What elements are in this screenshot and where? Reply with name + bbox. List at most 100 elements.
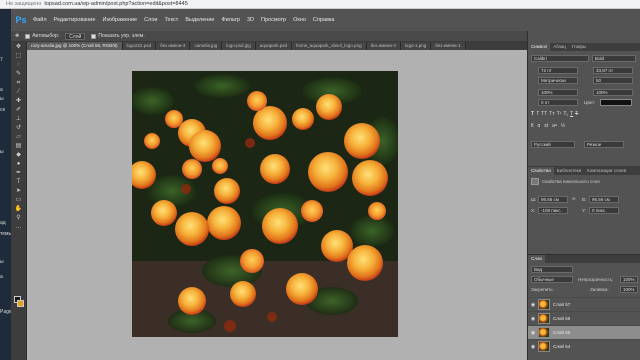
menu-file[interactable]: Файл (33, 17, 47, 23)
move-tool-icon[interactable]: ✥ (14, 43, 24, 51)
tab-paragraph[interactable]: Абзац (550, 43, 569, 51)
roses-photo[interactable] (132, 71, 398, 337)
antialias-dropdown[interactable]: Резкое (584, 141, 624, 148)
autoselect-dropdown[interactable]: Слой (65, 32, 86, 40)
quick-select-tool-icon[interactable]: ✎ (14, 70, 24, 78)
shape-tool-icon[interactable]: ▭ (14, 196, 24, 204)
history-brush-icon[interactable]: ↺ (14, 124, 24, 132)
small-caps-icon[interactable]: Tт (549, 111, 554, 119)
text-color-swatch[interactable] (600, 99, 632, 106)
menu-layers[interactable]: Слои (144, 17, 157, 23)
marquee-tool-icon[interactable]: ⬚ (14, 52, 24, 60)
eraser-tool-icon[interactable]: ▱ (14, 133, 24, 141)
tab-character[interactable]: Символ (528, 43, 551, 51)
language-dropdown[interactable]: Русский (531, 141, 575, 148)
gradient-tool-icon[interactable]: ▤ (14, 142, 24, 150)
stamp-tool-icon[interactable]: ⊥ (14, 115, 24, 123)
menu-window[interactable]: Окно (293, 17, 306, 23)
menu-3d[interactable]: 3D (247, 17, 254, 23)
blur-tool-icon[interactable]: ◆ (14, 151, 24, 159)
menu-select[interactable]: Выделение (185, 17, 214, 23)
subscript-icon[interactable]: T₁ (563, 111, 568, 119)
menu-edit[interactable]: Редактирование (54, 17, 96, 23)
tab-libraries[interactable]: Библиотеки (554, 167, 584, 175)
ligature-icon[interactable]: fi (531, 123, 534, 131)
zoom-tool-icon[interactable]: ⚲ (14, 214, 24, 222)
all-caps-icon[interactable]: TT (541, 111, 547, 119)
security-indicator[interactable]: Не защищено (6, 1, 41, 7)
link-dimensions-icon[interactable]: ∞ (572, 196, 576, 202)
background-color-swatch[interactable] (17, 300, 24, 307)
font-size-field[interactable]: 72 пт (538, 67, 578, 74)
tab-document[interactable]: camelia.jpg (190, 42, 223, 50)
canvas-area[interactable] (27, 50, 527, 360)
autoselect-checkbox[interactable] (25, 33, 31, 39)
layer-row[interactable]: ◉ Слой 56 (528, 311, 640, 325)
faux-bold-icon[interactable]: T (531, 111, 534, 119)
menu-help[interactable]: Справка (313, 17, 335, 23)
tab-document[interactable]: rozy-amalia.jpg @ 100% (Слой 55, RGB/8) (27, 42, 123, 50)
eye-icon[interactable]: ◉ (528, 302, 538, 308)
leading-field[interactable]: 33,87 пт (593, 67, 633, 74)
stylistic-icon[interactable]: st (544, 123, 548, 131)
tab-properties[interactable]: Свойства (528, 167, 554, 175)
path-select-icon[interactable]: ➤ (14, 187, 24, 195)
tab-layer-comps[interactable]: Композиции слоев (584, 167, 629, 175)
eye-icon[interactable]: ◉ (528, 316, 538, 322)
menu-filter[interactable]: Фильтр (221, 17, 239, 23)
browser-address-bar[interactable]: Не защищено topsad.com.ua/wp-admin/post.… (0, 0, 640, 9)
healing-brush-icon[interactable]: ✚ (14, 97, 24, 105)
x-field[interactable]: -108 пикс. (538, 207, 568, 214)
tab-document[interactable]: logo-1.png (400, 42, 432, 50)
menu-image[interactable]: Изображение (102, 17, 137, 23)
dodge-tool-icon[interactable]: ● (14, 160, 24, 168)
more-tools-icon[interactable]: … (14, 223, 24, 231)
vertical-scale-field[interactable]: 100% (538, 89, 578, 96)
baseline-shift-field[interactable]: 0 пт (538, 99, 578, 106)
menu-view[interactable]: Просмотр (261, 17, 286, 23)
horizontal-scale-field[interactable]: 100% (593, 89, 633, 96)
pen-tool-icon[interactable]: ✒ (14, 169, 24, 177)
lasso-tool-icon[interactable]: ◌ (14, 61, 24, 69)
tab-document[interactable]: home_aquapark_obsol_logo.png (292, 42, 367, 50)
font-family-dropdown[interactable]: Calibri (531, 55, 589, 62)
brush-tool-icon[interactable]: ✐ (14, 106, 24, 114)
type-tool-icon[interactable]: T (14, 178, 24, 186)
opacity-field[interactable]: 100% (620, 276, 638, 283)
swash-icon[interactable]: ɑ (538, 123, 541, 131)
underline-icon[interactable]: T (570, 111, 573, 119)
tab-document[interactable]: без имени-1 (431, 42, 466, 50)
tab-document[interactable]: logo222.psd (122, 42, 157, 50)
layer-row[interactable]: ◉ Слой 57 (528, 297, 640, 311)
tracking-field[interactable]: 50 (593, 77, 633, 84)
hand-tool-icon[interactable]: ✋ (14, 205, 24, 213)
blend-mode-dropdown[interactable]: Обычные (531, 276, 573, 283)
superscript-icon[interactable]: T¹ (557, 111, 562, 119)
height-field[interactable]: 96,56 см (589, 196, 619, 203)
faux-italic-icon[interactable]: T (536, 111, 539, 119)
y-field[interactable]: 0 пикс. (589, 207, 619, 214)
layer-row-selected[interactable]: ◉ Слой 55 (528, 325, 640, 339)
tab-layers[interactable]: Слои (528, 255, 545, 263)
tab-glyphs[interactable]: Глифы (569, 43, 589, 51)
move-tool-icon[interactable]: ✥ (15, 33, 19, 39)
crop-tool-icon[interactable]: ⌗ (14, 79, 24, 87)
tab-document[interactable]: без имени-4 (366, 42, 401, 50)
tab-document[interactable]: logo-psd.jpg (222, 42, 256, 50)
url-text[interactable]: topsad.com.ua/wp-admin/post.php?action=e… (44, 1, 187, 7)
tab-document[interactable]: aquapark.psd (255, 42, 293, 50)
eye-icon[interactable]: ◉ (528, 330, 538, 336)
show-controls-checkbox[interactable] (91, 33, 97, 39)
ordinal-icon[interactable]: aᵃ (552, 123, 557, 131)
fill-field[interactable]: 100% (620, 286, 638, 293)
kerning-field[interactable]: Метрически (538, 77, 578, 84)
strikethrough-icon[interactable]: T (575, 111, 578, 119)
layer-filter-dropdown[interactable]: Вид (531, 266, 573, 273)
fraction-icon[interactable]: ½ (561, 123, 565, 131)
eyedropper-tool-icon[interactable]: ⁄ (14, 88, 24, 96)
tab-document[interactable]: без имени-3 (156, 42, 191, 50)
menu-text[interactable]: Текст (164, 17, 178, 23)
eye-icon[interactable]: ◉ (528, 344, 538, 350)
layer-row[interactable]: ◉ Слой 54 (528, 339, 640, 353)
width-field[interactable]: 96,56 см (538, 196, 568, 203)
